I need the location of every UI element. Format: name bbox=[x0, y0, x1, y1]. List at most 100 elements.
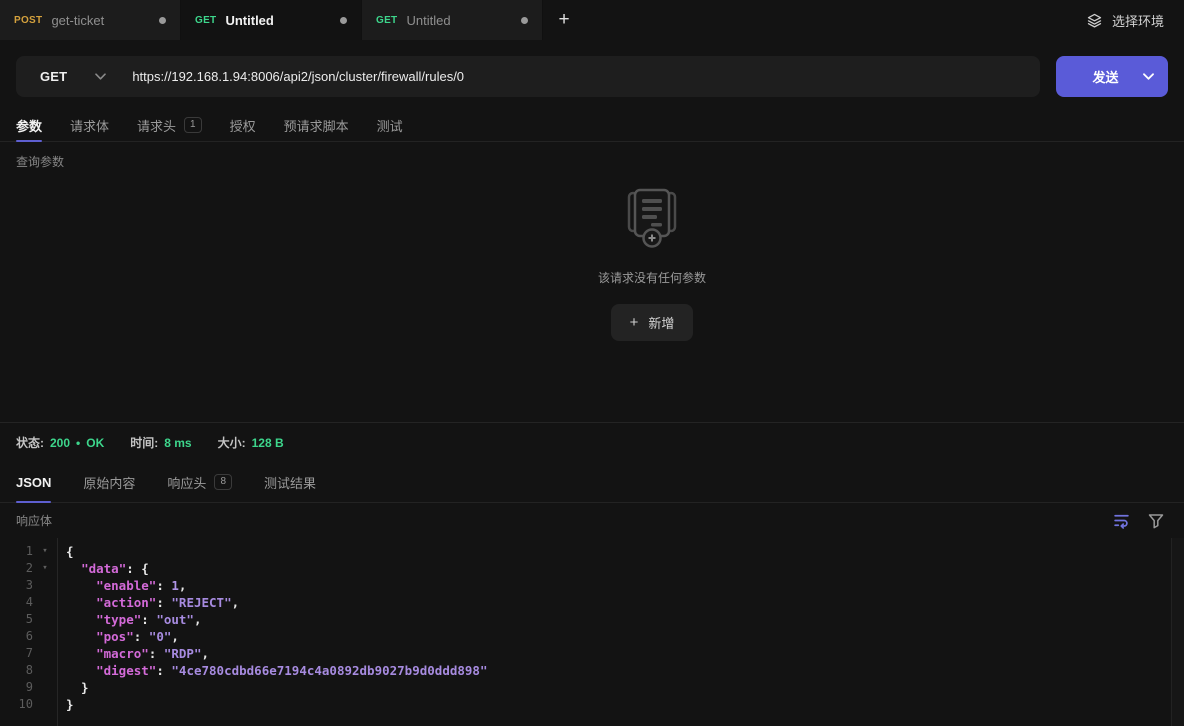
line-number: 10 bbox=[0, 696, 33, 713]
line-number: 1 bbox=[0, 543, 33, 560]
request-tab-bar: POSTget-ticketGETUntitledGETUntitled + 选… bbox=[0, 0, 1184, 40]
api-client-window: POSTget-ticketGETUntitledGETUntitled + 选… bbox=[0, 0, 1184, 726]
code-line: 5 "type": "out", bbox=[0, 611, 1184, 628]
request-tab[interactable]: GETUntitled bbox=[362, 0, 543, 40]
method-dropdown[interactable]: GET bbox=[16, 56, 132, 97]
word-wrap-toggle[interactable] bbox=[1113, 512, 1130, 529]
code-text: "enable": 1, bbox=[57, 577, 186, 594]
response-section-tab-label: JSON bbox=[16, 475, 51, 490]
request-section-tab[interactable]: 授权 bbox=[230, 109, 256, 141]
fold-caret-empty bbox=[33, 679, 57, 696]
method-badge: POST bbox=[14, 15, 42, 26]
code-line: 9 } bbox=[0, 679, 1184, 696]
fold-caret-empty bbox=[33, 594, 57, 611]
fold-caret-empty bbox=[33, 645, 57, 662]
code-text: "action": "REJECT", bbox=[57, 594, 239, 611]
code-text: } bbox=[57, 696, 74, 713]
method-badge: GET bbox=[376, 15, 397, 26]
request-url-row: GET 发送 bbox=[0, 40, 1184, 109]
json-token-key: "type" bbox=[96, 612, 141, 627]
response-status-bar: 状态: 200 • OK 时间: 8 ms 大小: 128 B bbox=[0, 422, 1184, 462]
json-token-punct: : { bbox=[126, 561, 149, 576]
json-token-punct: , bbox=[171, 629, 179, 644]
code-line: 1▾{ bbox=[0, 543, 1184, 560]
json-token-string: "4ce780cdbd66e7194c4a0892db9027b9d0ddd89… bbox=[171, 663, 487, 678]
empty-state: 该请求没有任何参数 + 新增 bbox=[0, 170, 1184, 422]
request-section-tab-label: 请求头 bbox=[137, 116, 176, 135]
json-token-string: "out" bbox=[156, 612, 194, 627]
request-section-tabs: 参数 请求体 请求头 1 授权预请求脚本 测试 bbox=[0, 109, 1184, 142]
fold-caret-empty bbox=[33, 577, 57, 594]
request-section-tab[interactable]: 请求体 bbox=[70, 109, 109, 141]
count-badge: 1 bbox=[184, 117, 202, 133]
request-tab[interactable]: GET Untitled bbox=[181, 0, 362, 40]
status-group: 状态: 200 • OK bbox=[16, 434, 104, 451]
send-button[interactable]: 发送 bbox=[1056, 56, 1168, 97]
status-label: 状态: bbox=[16, 434, 44, 451]
response-section-tab[interactable]: JSON bbox=[16, 462, 51, 502]
request-section-tab-label: 参数 bbox=[16, 116, 42, 135]
response-section-tab[interactable]: 响应头8 bbox=[167, 462, 232, 502]
fold-caret-empty bbox=[33, 611, 57, 628]
request-section-tab[interactable]: 预请求脚本 bbox=[284, 109, 349, 141]
fold-caret-empty bbox=[33, 696, 57, 713]
tab-title: Untitled bbox=[225, 13, 331, 28]
environment-picker-button[interactable]: 选择环境 bbox=[1066, 0, 1184, 40]
layers-icon bbox=[1086, 12, 1103, 29]
request-tab[interactable]: POSTget-ticket bbox=[0, 0, 181, 40]
plus-icon: + bbox=[630, 314, 639, 331]
json-token-key: "pos" bbox=[96, 629, 134, 644]
line-number: 8 bbox=[0, 662, 33, 679]
request-section-tab[interactable]: 测试 bbox=[377, 109, 403, 141]
add-param-button[interactable]: + 新增 bbox=[611, 304, 694, 341]
json-token-punct: , bbox=[232, 595, 240, 610]
response-json-viewer: 1▾{2▾ "data": {3 "enable": 1,4 "action":… bbox=[0, 538, 1184, 726]
code-text: "pos": "0", bbox=[57, 628, 179, 645]
code-text: "macro": "RDP", bbox=[57, 645, 209, 662]
json-token-punct: : bbox=[134, 629, 149, 644]
time-value: 8 ms bbox=[164, 436, 191, 450]
response-section-tab-label: 原始内容 bbox=[83, 473, 135, 492]
query-params-heading: 查询参数 bbox=[0, 142, 1184, 170]
json-token-punct: : bbox=[149, 646, 164, 661]
request-section-tab[interactable]: 请求头 1 bbox=[137, 109, 202, 141]
json-token-punct: : bbox=[156, 595, 171, 610]
time-group: 时间: 8 ms bbox=[130, 434, 191, 451]
request-section-tab-label: 请求体 bbox=[70, 116, 109, 135]
filter-icon[interactable] bbox=[1148, 513, 1164, 529]
code-line: 2▾ "data": { bbox=[0, 560, 1184, 577]
response-section-tab-label: 测试结果 bbox=[264, 473, 316, 492]
json-token-key: "action" bbox=[96, 595, 156, 610]
unsaved-dot bbox=[159, 17, 166, 24]
new-tab-button[interactable]: + bbox=[543, 0, 585, 40]
json-token-punct: : bbox=[141, 612, 156, 627]
code-line: 4 "action": "REJECT", bbox=[0, 594, 1184, 611]
empty-params-message: 该请求没有任何参数 bbox=[598, 269, 706, 286]
request-section-tab[interactable]: 参数 bbox=[16, 109, 42, 141]
json-token-punct bbox=[66, 561, 81, 576]
response-section-tab[interactable]: 原始内容 bbox=[83, 462, 135, 502]
fold-caret-icon[interactable]: ▾ bbox=[33, 543, 57, 560]
url-input[interactable] bbox=[132, 56, 1040, 97]
fold-caret-empty bbox=[33, 628, 57, 645]
environment-picker-label: 选择环境 bbox=[1112, 11, 1164, 30]
status-separator: • bbox=[76, 436, 80, 450]
json-token-punct: , bbox=[179, 578, 187, 593]
method-dropdown-label: GET bbox=[40, 69, 67, 84]
code-line: 10} bbox=[0, 696, 1184, 713]
method-badge: GET bbox=[195, 15, 216, 26]
empty-params-icon bbox=[621, 188, 683, 253]
fold-caret-icon[interactable]: ▾ bbox=[33, 560, 57, 577]
line-number: 3 bbox=[0, 577, 33, 594]
response-body-row: 响应体 bbox=[0, 503, 1184, 538]
response-section-tab[interactable]: 测试结果 bbox=[264, 462, 316, 502]
count-badge: 8 bbox=[214, 474, 232, 490]
url-box: GET bbox=[16, 56, 1040, 97]
json-token-punct: } bbox=[66, 697, 74, 712]
response-body-heading: 响应体 bbox=[16, 512, 52, 529]
scrollbar-track[interactable] bbox=[1171, 538, 1184, 726]
json-token-key: "data" bbox=[81, 561, 126, 576]
json-token-key: "enable" bbox=[96, 578, 156, 593]
fold-caret-empty bbox=[33, 662, 57, 679]
request-section-tab-label: 测试 bbox=[377, 116, 403, 135]
